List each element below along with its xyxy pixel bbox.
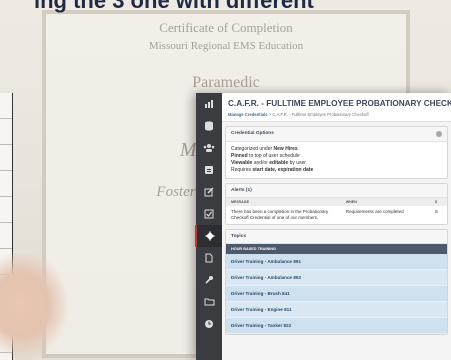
option-line: Requires start date, expiration date xyxy=(231,167,314,173)
wrench-icon[interactable] xyxy=(196,269,222,291)
column-header-when: WHEN xyxy=(340,198,430,206)
alert-status: S xyxy=(434,209,438,214)
clock-icon[interactable] xyxy=(196,313,222,335)
alerts-title: Alerts (1) xyxy=(231,188,252,193)
credential-options-header: Credential Options xyxy=(226,127,447,142)
breadcrumb: Manage Credentials > C.A.F.R. - Fulltime… xyxy=(228,112,445,117)
credential-options-title: Credential Options xyxy=(231,131,274,136)
topic-item[interactable]: Driver Training - Brush 841 xyxy=(226,286,447,302)
table-row[interactable]: There has been a completion in the Proba… xyxy=(226,206,447,224)
topic-item[interactable]: Driver Training - Ambulance 892 xyxy=(226,270,447,286)
gear-icon[interactable] xyxy=(195,225,223,247)
option-line: Categorized under New Hires xyxy=(231,146,298,152)
database-icon[interactable] xyxy=(196,115,222,137)
column-header-message: MESSAGE xyxy=(226,198,341,206)
video-title-fragment: ing the 3 one with different xyxy=(34,0,314,13)
edit-icon[interactable] xyxy=(196,181,222,203)
topics-section-header: HOUR BASED TRAINING xyxy=(226,244,447,254)
alerts-table: MESSAGE WHEN S There has been a completi… xyxy=(226,198,447,224)
options-toggle-icon[interactable] xyxy=(436,131,442,137)
checkbox-icon[interactable] xyxy=(196,203,222,225)
column-header-status: S xyxy=(429,198,447,206)
sidebar xyxy=(195,93,223,360)
users-icon[interactable] xyxy=(196,137,222,159)
cert-role: Paramedic xyxy=(192,74,260,91)
file-icon[interactable] xyxy=(196,247,222,269)
page-title: C.A.F.R. - FULLTIME EMPLOYEE PROBATIONAR… xyxy=(228,99,451,108)
topics-header: Topics xyxy=(226,230,447,244)
cert-heading: Certificate of Completion xyxy=(159,20,293,35)
breadcrumb-manage-credentials[interactable]: Manage Credentials xyxy=(228,112,268,117)
page-header: C.A.F.R. - FULLTIME EMPLOYEE PROBATIONAR… xyxy=(222,93,451,122)
topics-title: Topics xyxy=(231,234,247,239)
hand-photo xyxy=(0,250,70,360)
credential-options-body: Categorized under New Hires Pinned to to… xyxy=(226,142,447,178)
id-card-icon[interactable] xyxy=(196,159,222,181)
alert-message: There has been a completion in the Proba… xyxy=(231,209,329,220)
chart-icon[interactable] xyxy=(196,93,222,115)
option-line: Pinned to top of user schedule xyxy=(231,153,300,159)
topics-panel: Topics HOUR BASED TRAINING Driver Traini… xyxy=(225,229,448,335)
topic-item[interactable]: Driver Training - Tanker 822 xyxy=(226,318,447,334)
topic-item[interactable]: Driver Training - Ambulance 891 xyxy=(226,254,447,270)
breadcrumb-current: > C.A.F.R. - Fulltime Employee Probation… xyxy=(267,112,369,117)
alerts-header: Alerts (1) xyxy=(226,184,447,198)
folder-icon[interactable] xyxy=(196,291,222,313)
topic-item[interactable]: Driver Training - Engine 811 xyxy=(226,302,447,318)
app-window: C.A.F.R. - FULLTIME EMPLOYEE PROBATIONAR… xyxy=(195,93,451,360)
option-line: Viewable and/or editable by user xyxy=(231,160,306,166)
credential-options-panel: Credential Options Categorized under New… xyxy=(225,126,448,179)
alerts-panel: Alerts (1) MESSAGE WHEN S There has been… xyxy=(225,183,448,225)
alert-when: Requirements are completed xyxy=(345,209,404,214)
cert-organization: Missouri Regional EMS Education xyxy=(148,40,304,52)
main-content: C.A.F.R. - FULLTIME EMPLOYEE PROBATIONAR… xyxy=(222,93,451,360)
